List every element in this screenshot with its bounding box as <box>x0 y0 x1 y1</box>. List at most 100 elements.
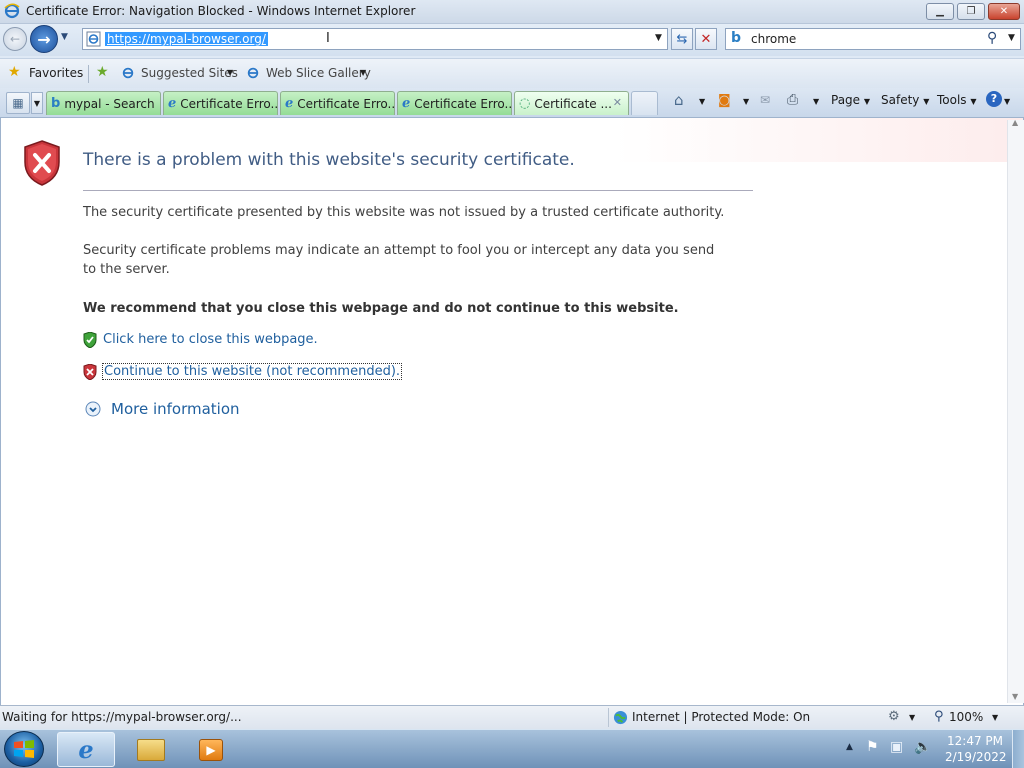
address-dropdown-icon[interactable]: ▼ <box>655 33 662 43</box>
tab-mypal-search[interactable]: b mypal - Search <box>46 91 161 115</box>
zoom-dropdown-icon[interactable]: ▼ <box>992 713 998 722</box>
title-bar: Certificate Error: Navigation Blocked - … <box>0 0 1024 24</box>
minimize-button[interactable]: ▁ <box>926 3 954 20</box>
network-icon[interactable]: ▣ <box>890 739 903 755</box>
help-dropdown-icon[interactable]: ▼ <box>1004 97 1010 106</box>
close-button[interactable]: ✕ <box>988 3 1020 20</box>
safety-menu-dropdown-icon: ▼ <box>923 97 930 106</box>
taskbar-media-player[interactable]: ▶ <box>182 732 240 767</box>
home-dropdown-icon[interactable]: ▼ <box>699 97 705 106</box>
page-menu-dropdown-icon: ▼ <box>863 97 871 106</box>
loading-tab-icon: ◌ <box>519 96 531 111</box>
status-divider <box>608 708 609 727</box>
address-bar[interactable]: https://mypal-browser.org/ I ▼ <box>82 28 668 50</box>
taskbar-internet-explorer[interactable]: ℯ <box>57 732 115 767</box>
search-box[interactable]: b chrome ⚲ ▼ <box>725 28 1021 50</box>
feeds-icon[interactable]: ◙ <box>718 93 731 108</box>
show-hidden-icons-icon[interactable]: ▲ <box>846 742 853 752</box>
expand-chevron-icon[interactable] <box>85 401 101 417</box>
zoom-level[interactable]: 100% <box>949 710 983 724</box>
quick-tabs-button[interactable]: ▦ <box>6 92 30 114</box>
more-information-link[interactable]: More information <box>111 400 240 418</box>
search-icon[interactable]: ⚲ <box>987 30 997 46</box>
tools-menu-dropdown-icon: ▼ <box>970 97 977 106</box>
add-to-favorites-icon[interactable]: ★ <box>96 64 109 80</box>
suggested-sites-dropdown-icon[interactable]: ▼ <box>227 68 233 77</box>
safety-menu[interactable]: Safety ▼ <box>881 93 929 107</box>
windows-logo-icon <box>14 740 34 758</box>
new-tab-button[interactable] <box>631 91 658 115</box>
forward-arrow-icon: → <box>37 29 51 49</box>
favbar-divider <box>88 65 89 83</box>
status-text: Waiting for https://mypal-browser.org/..… <box>2 710 242 724</box>
tab-label: Certificate Erro... <box>180 96 278 111</box>
forward-button[interactable]: → <box>30 25 58 53</box>
favorites-button[interactable]: Favorites <box>29 66 83 80</box>
refresh-icon: ⇆ <box>676 31 688 47</box>
stop-button[interactable]: ✕ <box>695 28 717 50</box>
print-dropdown-icon[interactable]: ▼ <box>813 97 819 106</box>
tab-list-dropdown[interactable]: ▼ <box>31 92 43 114</box>
vertical-scrollbar[interactable]: ▲ ▼ <box>1007 118 1024 703</box>
favorites-star-icon: ★ <box>8 64 21 80</box>
tab-label: Certificate ... <box>534 96 612 111</box>
compatibility-view-button[interactable]: ⇆ <box>671 28 693 50</box>
heading-divider <box>83 190 753 191</box>
search-options-dropdown-icon[interactable]: ▼ <box>1008 33 1015 43</box>
protected-mode-icon[interactable]: ⚙ <box>888 709 900 724</box>
search-input[interactable]: chrome <box>751 32 796 46</box>
tab-label: mypal - Search <box>64 96 155 111</box>
feeds-dropdown-icon[interactable]: ▼ <box>743 97 749 106</box>
recent-pages-dropdown-icon[interactable]: ▼ <box>61 32 68 42</box>
scroll-down-icon[interactable]: ▼ <box>1012 692 1018 701</box>
protected-mode-dropdown-icon[interactable]: ▼ <box>909 713 915 722</box>
tab-certificate-error-2[interactable]: ℯ Certificate Erro... <box>280 91 395 115</box>
tab-certificate-active[interactable]: ◌ Certificate ... ✕ <box>514 91 629 115</box>
internet-explorer-icon: ℯ <box>78 735 94 764</box>
volume-muted-icon[interactable]: 🔈 <box>914 739 931 755</box>
text-cursor-icon: I <box>326 31 330 46</box>
back-arrow-icon: ← <box>9 32 21 46</box>
status-bar: Waiting for https://mypal-browser.org/..… <box>0 705 1024 729</box>
stop-icon: ✕ <box>700 31 712 47</box>
taskbar-windows-explorer[interactable] <box>122 732 180 767</box>
print-icon[interactable]: ⎙ <box>787 92 798 108</box>
suggested-sites-button[interactable]: Suggested Sites <box>141 66 238 80</box>
action-center-flag-icon[interactable]: ⚑ <box>866 739 879 755</box>
address-url[interactable]: https://mypal-browser.org/ <box>105 32 268 46</box>
web-slice-dropdown-icon[interactable]: ▼ <box>360 68 366 77</box>
shield-ok-icon <box>83 332 97 348</box>
continue-website-link[interactable]: Continue to this website (not recommende… <box>102 363 403 380</box>
tab-close-icon[interactable]: ✕ <box>613 96 622 109</box>
tools-menu[interactable]: Tools ▼ <box>937 93 977 107</box>
tab-certificate-error-1[interactable]: ℯ Certificate Erro... <box>163 91 278 115</box>
clock-date[interactable]: 2/19/2022 <box>945 750 1007 764</box>
restore-icon: ❐ <box>966 6 976 17</box>
back-button[interactable]: ← <box>3 27 27 51</box>
home-icon[interactable]: ⌂ <box>674 91 684 109</box>
page-menu[interactable]: Page ▼ <box>831 93 870 107</box>
start-button[interactable] <box>4 731 44 767</box>
mail-icon[interactable]: ✉ <box>760 93 770 107</box>
ie-logo-icon <box>4 3 20 19</box>
tab-certificate-error-3[interactable]: ℯ Certificate Erro... <box>397 91 512 115</box>
bing-icon: b <box>731 30 742 46</box>
taskbar: ℯ ▶ ▲ ⚑ ▣ 🔈 12:47 PM 2/19/2022 <box>0 729 1024 768</box>
shield-error-icon <box>24 140 60 186</box>
ie-tab-icon: ℯ <box>402 96 411 111</box>
security-zone-text[interactable]: Internet | Protected Mode: On <box>632 710 810 724</box>
clock-time[interactable]: 12:47 PM <box>947 734 1003 748</box>
zoom-icon[interactable]: ⚲ <box>934 709 944 724</box>
favorites-bar: ★ Favorites ★ Suggested Sites ▼ Web Slic… <box>0 58 1024 88</box>
internet-globe-icon <box>613 710 628 725</box>
quick-tabs-grid-icon: ▦ <box>12 96 24 110</box>
page-icon <box>86 31 101 47</box>
tab-bar: ▦ ▼ b mypal - Search ℯ Certificate Erro.… <box>0 88 1024 118</box>
restore-button[interactable]: ❐ <box>957 3 985 20</box>
web-slice-gallery-button[interactable]: Web Slice Gallery <box>266 66 371 80</box>
show-desktop-button[interactable] <box>1012 730 1024 768</box>
page-heading: There is a problem with this website's s… <box>83 150 575 170</box>
close-webpage-link[interactable]: Click here to close this webpage. <box>103 332 318 347</box>
help-icon[interactable]: ? <box>986 91 1002 107</box>
scroll-up-icon[interactable]: ▲ <box>1012 118 1018 127</box>
